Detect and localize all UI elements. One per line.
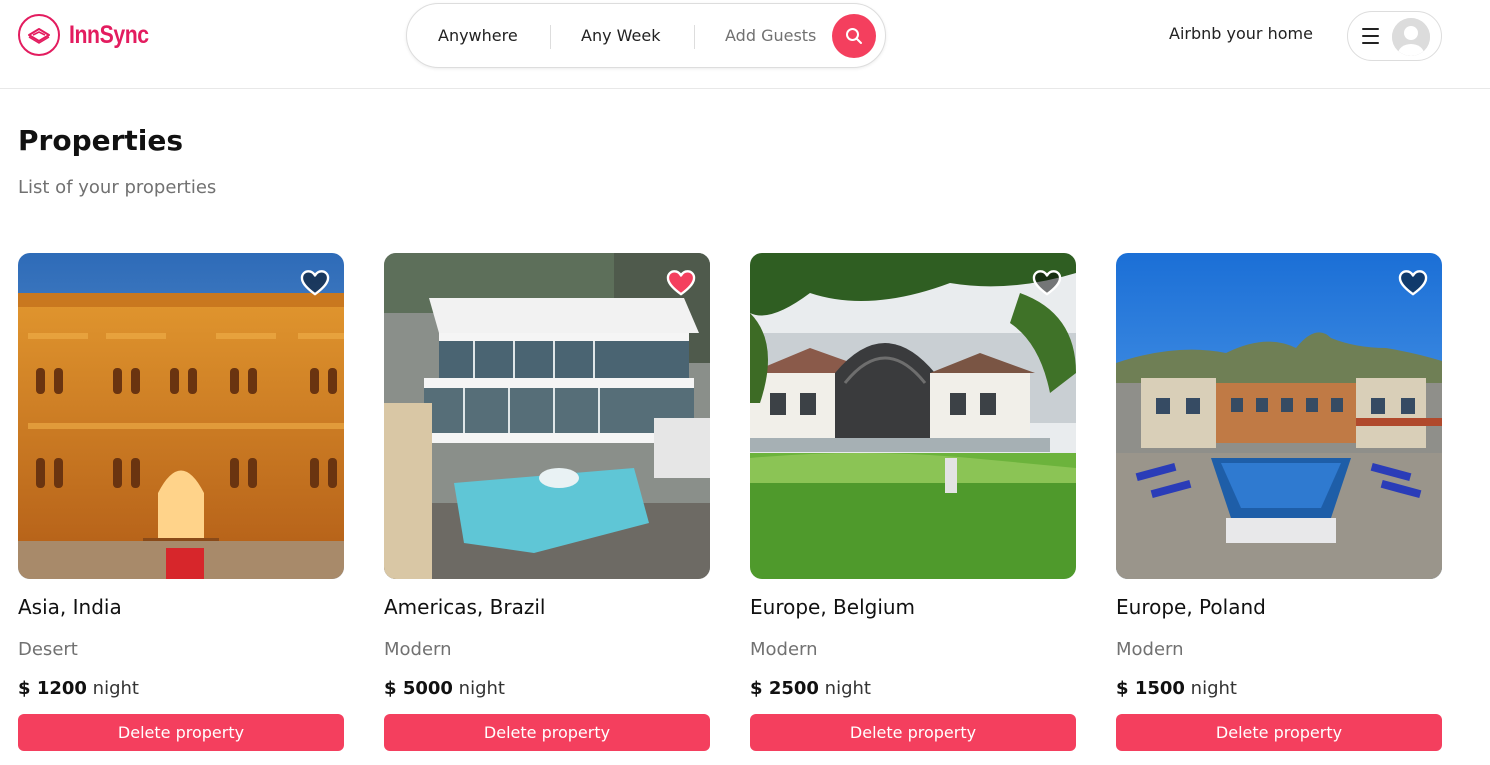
search-date-button[interactable]: Any Week [581, 4, 660, 67]
property-location: Americas, Brazil [384, 595, 546, 619]
search-guests-button[interactable]: Add Guests [725, 4, 816, 67]
search-divider [694, 25, 695, 49]
heart-icon[interactable] [300, 269, 330, 297]
search-icon [846, 28, 862, 44]
delete-property-button[interactable]: Delete property [750, 714, 1076, 751]
property-category: Modern [1116, 639, 1184, 660]
property-category: Modern [750, 639, 818, 660]
property-price: $ 1500 night [1116, 678, 1237, 699]
delete-property-button[interactable]: Delete property [1116, 714, 1442, 751]
delete-property-button[interactable]: Delete property [384, 714, 710, 751]
search-divider [550, 25, 551, 49]
page-title: Properties [18, 124, 184, 157]
top-navbar: InnSync Anywhere Any Week Add Guests Air… [0, 0, 1490, 89]
logo-text: InnSync [69, 20, 149, 49]
delete-property-button[interactable]: Delete property [18, 714, 344, 751]
logo-icon [18, 14, 60, 56]
user-menu-button[interactable] [1347, 11, 1442, 61]
search-button[interactable] [832, 14, 876, 58]
property-price: $ 5000 night [384, 678, 505, 699]
property-image[interactable] [18, 253, 344, 579]
search-location-button[interactable]: Anywhere [438, 4, 518, 67]
property-location: Asia, India [18, 595, 122, 619]
heart-icon[interactable] [1398, 269, 1428, 297]
property-category: Modern [384, 639, 452, 660]
property-price: $ 1200 night [18, 678, 139, 699]
property-card[interactable]: Asia, India Desert $ 1200 night Delete p… [18, 253, 344, 751]
property-image[interactable] [750, 253, 1076, 579]
property-category: Desert [18, 639, 78, 660]
property-image[interactable] [1116, 253, 1442, 579]
heart-icon[interactable] [1032, 269, 1062, 297]
heart-icon[interactable] [666, 269, 696, 297]
property-price: $ 2500 night [750, 678, 871, 699]
page-subtitle: List of your properties [18, 177, 217, 198]
logo[interactable]: InnSync [18, 14, 163, 56]
property-location: Europe, Poland [1116, 595, 1266, 619]
property-grid: Asia, India Desert $ 1200 night Delete p… [18, 253, 1442, 753]
property-card[interactable]: Europe, Belgium Modern $ 2500 night Dele… [750, 253, 1076, 751]
property-card[interactable]: Europe, Poland Modern $ 1500 night Delet… [1116, 253, 1442, 751]
property-location: Europe, Belgium [750, 595, 916, 619]
property-image[interactable] [384, 253, 710, 579]
hamburger-menu-icon [1362, 28, 1379, 44]
host-home-link[interactable]: Airbnb your home [1169, 24, 1313, 43]
property-card[interactable]: Americas, Brazil Modern $ 5000 night Del… [384, 253, 710, 751]
avatar [1392, 18, 1430, 56]
search-bar[interactable]: Anywhere Any Week Add Guests [406, 3, 886, 68]
